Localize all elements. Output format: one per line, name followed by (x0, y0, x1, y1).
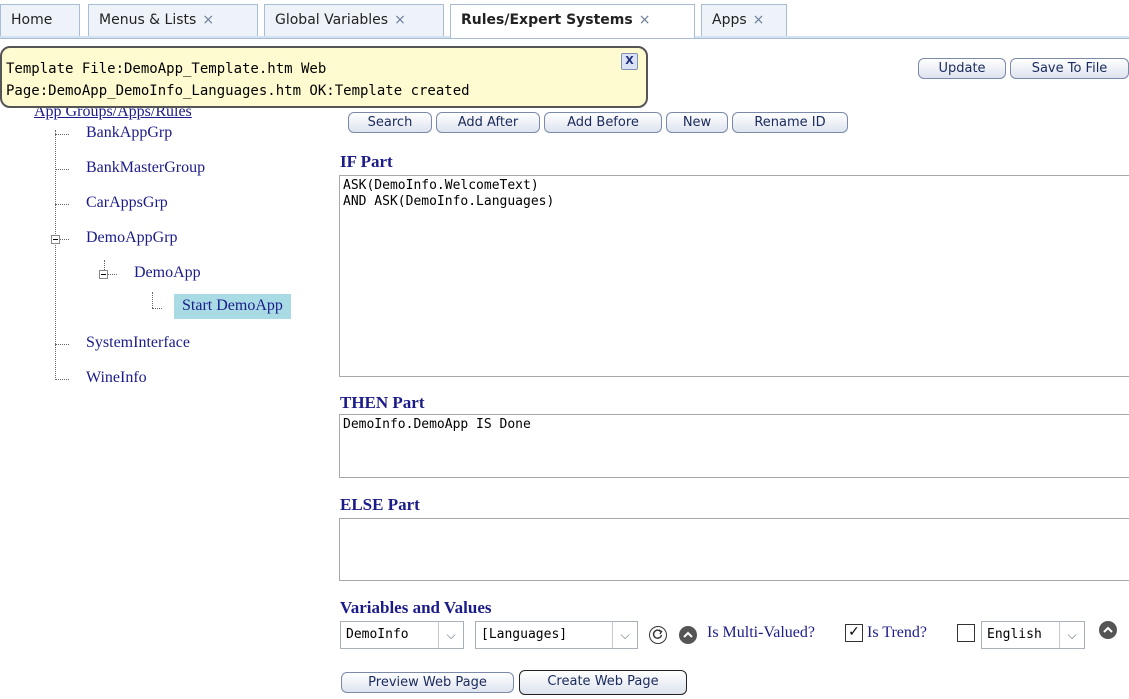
add-before-button[interactable]: Add Before (544, 112, 662, 133)
tooltip-line-2: Page:DemoApp_DemoInfo_Languages.htm OK:T… (6, 83, 470, 99)
tab-menus-lists[interactable]: Menus & Lists × (88, 4, 258, 36)
object-select[interactable]: DemoInfo ⌵ (340, 621, 464, 649)
if-part-label: IF Part (340, 152, 393, 171)
create-web-page-button[interactable]: Create Web Page (519, 670, 687, 695)
rename-id-button[interactable]: Rename ID (732, 112, 848, 133)
tab-global-variables-label: Global Variables (275, 12, 389, 28)
object-select-value: DemoInfo (346, 627, 409, 642)
tree-connector (55, 134, 69, 135)
tree-node-demoapp[interactable]: DemoApp (134, 264, 201, 282)
move-up-icon[interactable] (679, 626, 697, 644)
tree-connector (55, 344, 69, 345)
tab-rules-expert-systems-label: Rules/Expert Systems (461, 12, 633, 28)
tree-node-wineinfo[interactable]: WineInfo (86, 369, 147, 387)
is-multi-valued-checkbox[interactable]: ✓ (845, 624, 863, 642)
tree-node-start-demoapp[interactable]: Start DemoApp (174, 294, 291, 319)
refresh-icon[interactable] (649, 626, 667, 644)
chevron-down-icon: ⌵ (438, 622, 463, 648)
tree-node-demoappgrp[interactable]: DemoAppGrp (86, 229, 178, 247)
chevron-down-icon: ⌵ (612, 622, 637, 648)
tab-bar: Home Menus & Lists × Global Variables × Ru… (0, 0, 1129, 39)
tree-connector (60, 239, 69, 240)
tree-connector (152, 308, 162, 309)
tree-node-systeminterface[interactable]: SystemInterface (86, 334, 190, 352)
tab-rules-expert-systems[interactable]: Rules/Expert Systems × (450, 4, 695, 38)
tooltip-close-button[interactable]: X (621, 53, 638, 70)
if-part-textarea[interactable]: ASK(DemoInfo.WelcomeText) AND ASK(DemoIn… (339, 175, 1129, 377)
tree-node-carappsgrp[interactable]: CarAppsGrp (86, 194, 168, 212)
add-after-button[interactable]: Add After (436, 112, 540, 133)
move-up-icon[interactable] (1099, 621, 1117, 639)
is-trend-label: Is Trend? (867, 624, 928, 641)
variable-select[interactable]: [Languages] ⌵ (475, 621, 638, 649)
new-button[interactable]: New (666, 112, 728, 133)
tree-connector (55, 204, 69, 205)
then-part-textarea[interactable]: DemoInfo.DemoApp IS Done (339, 414, 1129, 478)
tooltip-line-1: Template File:DemoApp_Template.htm Web (6, 61, 327, 77)
is-multi-valued-label: Is Multi-Valued? (707, 624, 815, 641)
language-select-value: English (987, 627, 1042, 642)
tab-home[interactable]: Home (0, 4, 80, 36)
tree-node-bankmastergroup[interactable]: BankMasterGroup (86, 159, 205, 177)
tree-connector (55, 169, 69, 170)
else-part-label: ELSE Part (340, 495, 420, 514)
tree-guide-line (55, 130, 56, 380)
collapse-icon[interactable] (99, 270, 108, 279)
tab-global-variables[interactable]: Global Variables × (264, 4, 444, 36)
tree-node-bankappgrp[interactable]: BankAppGrp (86, 124, 172, 142)
variables-values-label: Variables and Values (340, 598, 492, 617)
rule-tree: App Groups/Apps/Rules BankAppGrp BankMas… (0, 100, 330, 699)
language-select[interactable]: English ⌵ (981, 621, 1085, 649)
preview-web-page-button[interactable]: Preview Web Page (341, 672, 514, 693)
then-part-label: THEN Part (340, 393, 425, 412)
search-button[interactable]: Search (348, 112, 432, 133)
update-button[interactable]: Update (918, 58, 1006, 79)
close-icon[interactable]: × (753, 12, 765, 28)
variable-select-value: [Languages] (481, 627, 568, 642)
tree-connector (55, 379, 69, 380)
save-to-file-button[interactable]: Save To File (1010, 58, 1129, 79)
tab-apps[interactable]: Apps × (701, 4, 787, 36)
collapse-icon[interactable] (51, 235, 60, 244)
close-icon[interactable]: × (394, 12, 406, 28)
tree-guide-line (152, 292, 153, 308)
tree-connector (108, 274, 117, 275)
status-tooltip: Template File:DemoApp_Template.htm Web P… (0, 46, 648, 108)
else-part-textarea[interactable] (339, 518, 1129, 581)
close-icon[interactable]: × (202, 12, 214, 28)
is-trend-checkbox[interactable] (957, 624, 975, 642)
chevron-down-icon: ⌵ (1059, 622, 1084, 648)
tab-apps-label: Apps (712, 12, 747, 28)
tab-home-label: Home (11, 12, 53, 28)
checkmark-icon: ✓ (848, 624, 860, 640)
tab-menus-lists-label: Menus & Lists (99, 12, 197, 28)
close-icon[interactable]: × (639, 12, 651, 28)
